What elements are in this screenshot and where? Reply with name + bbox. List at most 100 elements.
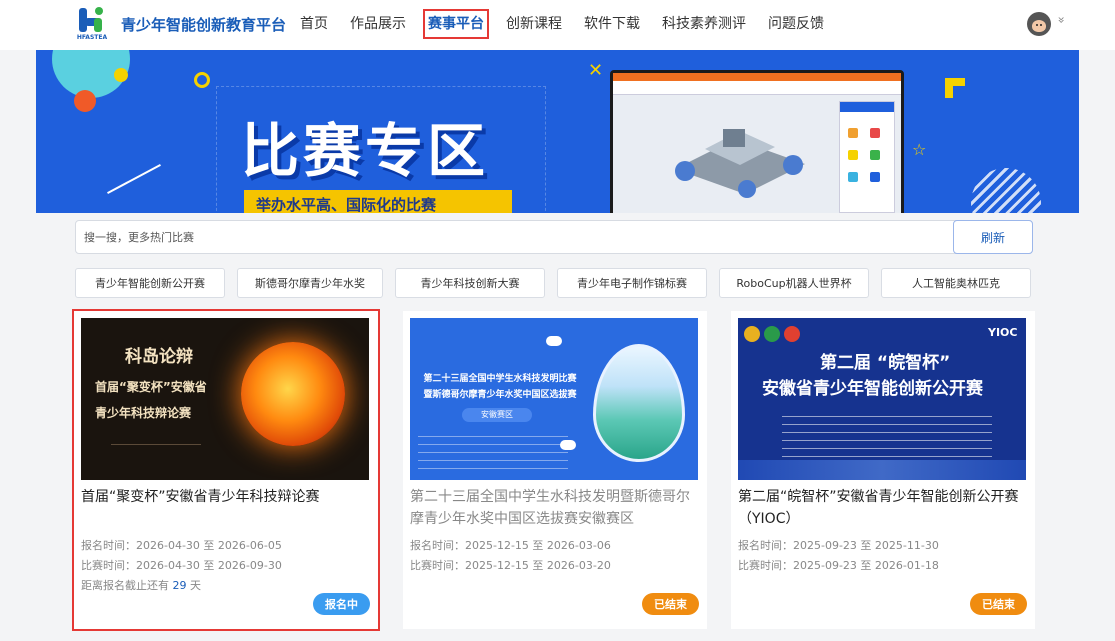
meta-value: 2025-09-23 至 2026-01-18: [793, 559, 939, 572]
card-title[interactable]: 第二届“皖智杯”安徽省青少年智能创新公开赛（YIOC）: [738, 486, 1030, 530]
meta-label: 报名时间：: [410, 539, 465, 552]
refresh-button[interactable]: 刷新: [953, 220, 1033, 254]
screen-titlebar: [613, 73, 901, 81]
screen-toolbar: [613, 81, 901, 95]
avatar-eye: [1036, 24, 1038, 26]
image-text: 暨斯德哥尔摩青少年水奖中国区选拔赛: [423, 390, 577, 400]
registration-time: 报名时间：2025-09-23 至 2025-11-30: [738, 537, 1028, 553]
block-icon: [870, 150, 880, 160]
main-nav: 首页 作品展示 赛事平台 创新课程 软件下载 科技素养测评 问题反馈: [300, 9, 846, 39]
star-icon: ☆: [912, 140, 927, 159]
meta-value: 2025-09-23 至 2025-11-30: [793, 539, 939, 552]
image-fineprint: [418, 436, 568, 472]
logo-icon: [79, 7, 103, 32]
block-icon: [848, 128, 858, 138]
competition-card[interactable]: 第二十三届全国中学生水科技发明比赛 暨斯德哥尔摩青少年水奖中国区选拔赛 安徽赛区…: [403, 311, 707, 629]
emblem-icon: [784, 326, 800, 342]
screen-panel: [839, 101, 895, 213]
image-text: 第二届 “皖智杯”: [820, 353, 951, 373]
tag-stockholm-water[interactable]: 斯德哥尔摩青少年水奖: [237, 268, 383, 298]
category-tags: 青少年智能创新公开赛 斯德哥尔摩青少年水奖 青少年科技创新大赛 青少年电子制作锦…: [75, 268, 1031, 298]
banner-title: 比赛专区: [241, 117, 490, 185]
meta-label: 报名时间：: [738, 539, 793, 552]
countdown-suffix: 天: [190, 579, 201, 592]
cloud-icon: [546, 336, 562, 346]
block-icon: [870, 128, 880, 138]
image-text: 第二十三届全国中学生水科技发明比赛: [423, 374, 577, 384]
registration-time: 报名时间：2025-12-15 至 2026-03-06: [410, 537, 700, 553]
tag-tech-innovation[interactable]: 青少年科技创新大赛: [395, 268, 545, 298]
meta-value: 2026-04-30 至 2026-09-30: [136, 559, 282, 572]
competition-card[interactable]: YIOC 第二届 “皖智杯” 安徽省青少年智能创新公开赛 第二届“皖智杯”安徽省…: [731, 311, 1035, 629]
tag-electronics[interactable]: 青少年电子制作锦标赛: [557, 268, 707, 298]
water-drop-illustration: [593, 344, 685, 462]
meta-label: 比赛时间：: [738, 559, 793, 572]
search-input[interactable]: [76, 221, 954, 253]
decor-line: [107, 164, 161, 194]
image-text: 首届“聚变杯”安徽省: [95, 380, 207, 394]
decor-cross-icon: ✕: [588, 60, 604, 81]
block-icon: [848, 172, 858, 182]
nav-works[interactable]: 作品展示: [350, 14, 406, 34]
image-text: 青少年科技辩论赛: [95, 406, 192, 420]
competition-time: 比赛时间：2025-12-15 至 2026-03-20: [410, 557, 700, 573]
decor-circle: [74, 90, 96, 112]
image-text: 科岛论辩: [125, 347, 193, 367]
chevron-down-icon[interactable]: »: [1055, 16, 1069, 23]
nav-home[interactable]: 首页: [300, 14, 328, 34]
card-image[interactable]: 第二十三届全国中学生水科技发明比赛 暨斯德哥尔摩青少年水奖中国区选拔赛 安徽赛区: [410, 318, 698, 480]
panel-header: [840, 102, 894, 112]
logo-text: HFASTEA: [76, 34, 108, 41]
nav-courses[interactable]: 创新课程: [506, 14, 562, 34]
top-header: HFASTEA 青少年智能创新教育平台 首页 作品展示 赛事平台 创新课程 软件…: [0, 0, 1115, 50]
card-image[interactable]: YIOC 第二届 “皖智杯” 安徽省青少年智能创新公开赛: [738, 318, 1026, 480]
emblem-icon: [764, 326, 780, 342]
status-badge[interactable]: 已结束: [642, 593, 699, 615]
hero-banner: 比赛专区 举办水平高、国际化的比赛 ✕ ☆: [36, 50, 1079, 213]
card-title[interactable]: 第二十三届全国中学生水科技发明暨斯德哥尔摩青少年水奖中国区选拔赛安徽赛区: [410, 486, 702, 530]
nav-competitions[interactable]: 赛事平台: [423, 9, 489, 39]
meta-value: 2025-12-15 至 2026-03-06: [465, 539, 611, 552]
tag-ai-olympiad[interactable]: 人工智能奥林匹克: [881, 268, 1031, 298]
avatar-eye: [1040, 24, 1042, 26]
image-fineprint: [111, 444, 201, 462]
deadline-countdown: 距离报名截止还有 29 天: [81, 577, 371, 593]
search-bar: 刷新: [75, 220, 1033, 254]
meta-value: 2026-04-30 至 2026-06-05: [136, 539, 282, 552]
meta-value: 2025-12-15 至 2026-03-20: [465, 559, 611, 572]
yioc-logo: YIOC: [988, 326, 1018, 339]
site-logo[interactable]: HFASTEA: [74, 6, 110, 44]
status-badge[interactable]: 报名中: [313, 593, 370, 615]
card-image[interactable]: 科岛论辩 首届“聚变杯”安徽省 青少年科技辩论赛: [81, 318, 369, 480]
status-badge[interactable]: 已结束: [970, 593, 1027, 615]
site-title[interactable]: 青少年智能创新教育平台: [121, 14, 286, 35]
emblem-icon: [744, 326, 760, 342]
tag-robocup[interactable]: RoboCup机器人世界杯: [719, 268, 869, 298]
decor-square: [945, 78, 965, 98]
image-text: 安徽省青少年智能创新公开赛: [762, 379, 983, 399]
countdown-days: 29: [172, 579, 187, 592]
nav-feedback[interactable]: 问题反馈: [768, 14, 824, 34]
registration-time: 报名时间：2026-04-30 至 2026-06-05: [81, 537, 371, 553]
avatar-face: [1032, 20, 1046, 32]
nav-downloads[interactable]: 软件下载: [584, 14, 640, 34]
competition-card[interactable]: 科岛论辩 首届“聚变杯”安徽省 青少年科技辩论赛 首届“聚变杯”安徽省青少年科技…: [72, 309, 380, 631]
robot-model-illustration: [675, 129, 805, 198]
user-avatar[interactable]: [1027, 12, 1051, 36]
decor-wave: [738, 460, 1026, 480]
banner-subtitle: 举办水平高、国际化的比赛: [244, 190, 512, 213]
competition-time: 比赛时间：2025-09-23 至 2026-01-18: [738, 557, 1028, 573]
block-icon: [870, 172, 880, 182]
image-text: 安徽赛区: [462, 408, 532, 422]
tag-innovation-open[interactable]: 青少年智能创新公开赛: [75, 268, 225, 298]
nav-assessment[interactable]: 科技素养测评: [662, 14, 746, 34]
decor-ring: [194, 72, 210, 88]
software-screenshot: [610, 70, 904, 213]
meta-label: 报名时间：: [81, 539, 136, 552]
countdown-prefix: 距离报名截止还有: [81, 579, 169, 592]
image-fineprint: [782, 416, 992, 464]
decor-stripes: [971, 168, 1041, 213]
sun-illustration: [241, 342, 345, 446]
meta-label: 比赛时间：: [410, 559, 465, 572]
card-title[interactable]: 首届“聚变杯”安徽省青少年科技辩论赛: [81, 486, 373, 508]
